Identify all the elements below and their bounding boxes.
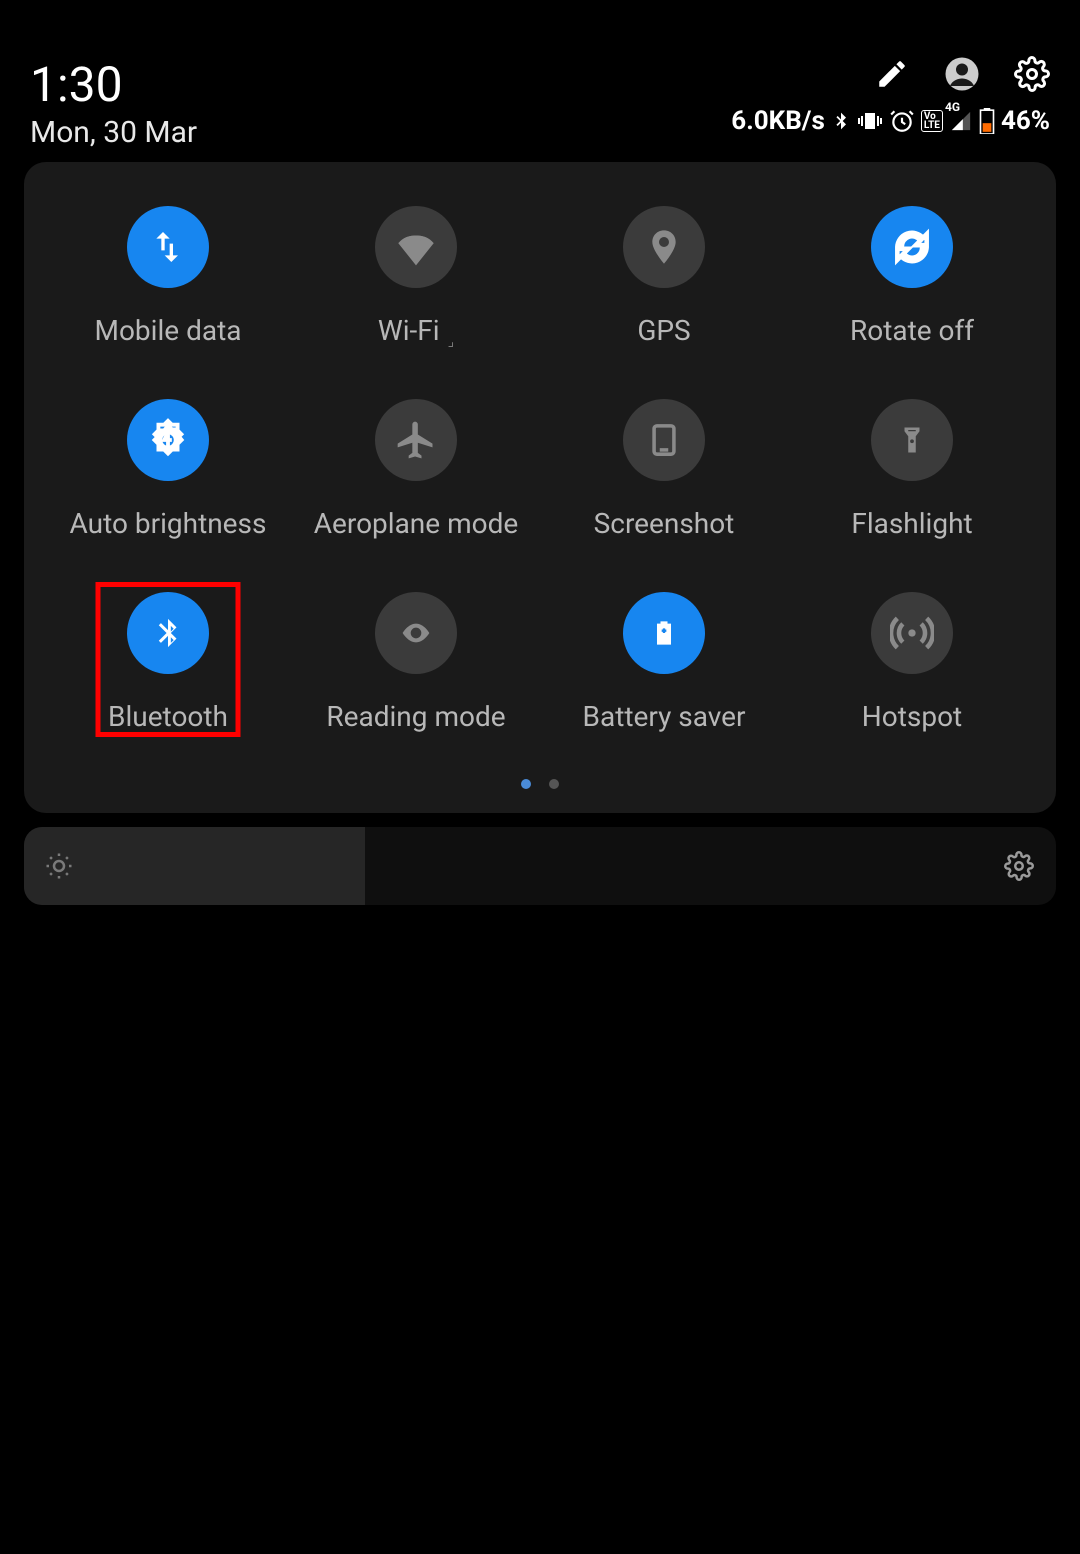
brightness-fill <box>24 827 365 905</box>
tile-label: Screenshot <box>594 507 735 540</box>
tile-label: Aeroplane mode <box>314 507 518 540</box>
brightness-auto-icon[interactable] <box>127 399 209 481</box>
tile-auto-brightness[interactable]: Auto brightness <box>44 399 292 540</box>
clock-time: 1:30 <box>30 56 197 113</box>
tile-label: Hotspot <box>862 700 962 733</box>
tile-bluetooth[interactable]: Bluetooth <box>44 592 292 733</box>
wifi-icon[interactable] <box>375 206 457 288</box>
tile-label: Battery saver <box>583 700 746 733</box>
battery-icon <box>979 108 995 134</box>
tile-hotspot[interactable]: Hotspot <box>788 592 1036 733</box>
airplane-icon[interactable] <box>375 399 457 481</box>
settings-icon[interactable] <box>1014 56 1050 92</box>
brightness-settings-icon[interactable] <box>1004 851 1034 881</box>
tile-screenshot[interactable]: Screenshot <box>540 399 788 540</box>
pager[interactable] <box>44 779 1036 789</box>
tile-rotate-off[interactable]: Rotate off <box>788 206 1036 347</box>
flashlight-icon[interactable] <box>871 399 953 481</box>
alarm-icon <box>889 108 915 134</box>
tile-battery-saver[interactable]: Battery saver <box>540 592 788 733</box>
volte-icon: VoLTE <box>921 110 943 132</box>
tile-gps[interactable]: GPS <box>540 206 788 347</box>
status-header: 1:30 Mon, 30 Mar 6.0KB/s <box>0 0 1080 150</box>
pager-dot[interactable] <box>549 779 559 789</box>
tile-label: Reading mode <box>326 700 505 733</box>
tile-label: Mobile data <box>95 314 242 347</box>
eye-icon[interactable] <box>375 592 457 674</box>
tile-label: Bluetooth <box>108 700 228 733</box>
brightness-low-icon <box>44 851 74 881</box>
header-left: 1:30 Mon, 30 Mar <box>30 56 197 150</box>
clock-date: Mon, 30 Mar <box>30 115 197 150</box>
bluetooth-icon[interactable] <box>127 592 209 674</box>
swap-vert-icon[interactable] <box>127 206 209 288</box>
data-speed: 6.0KB/s <box>731 106 825 136</box>
battery-plus-icon[interactable] <box>623 592 705 674</box>
hotspot-icon[interactable] <box>871 592 953 674</box>
signal-icon: 4G <box>949 110 973 132</box>
location-icon[interactable] <box>623 206 705 288</box>
bluetooth-status-icon <box>831 108 851 134</box>
header-action-icons <box>874 56 1050 92</box>
quick-settings-panel: Mobile data Wi-Fi⌟ GPS Rotate off Auto brigh… <box>24 162 1056 813</box>
profile-icon[interactable] <box>944 56 980 92</box>
tile-label-extra: ⌟ <box>448 334 455 350</box>
tile-label: GPS <box>637 314 690 347</box>
status-bar: 6.0KB/s VoLTE 4G 46% <box>731 106 1050 136</box>
phone-icon[interactable] <box>623 399 705 481</box>
tile-label: Flashlight <box>851 507 972 540</box>
tile-reading-mode[interactable]: Reading mode <box>292 592 540 733</box>
pager-dot[interactable] <box>521 779 531 789</box>
vibrate-icon <box>857 109 883 133</box>
tile-wifi[interactable]: Wi-Fi⌟ <box>292 206 540 347</box>
tile-label: Auto brightness <box>70 507 267 540</box>
tile-aeroplane-mode[interactable]: Aeroplane mode <box>292 399 540 540</box>
tile-flashlight[interactable]: Flashlight <box>788 399 1036 540</box>
tiles-grid: Mobile data Wi-Fi⌟ GPS Rotate off Auto brigh… <box>44 206 1036 733</box>
edit-icon[interactable] <box>874 56 910 92</box>
battery-pct: 46% <box>1001 106 1050 136</box>
rotate-icon[interactable] <box>871 206 953 288</box>
tile-label: Wi-Fi⌟ <box>378 314 454 347</box>
brightness-slider[interactable] <box>24 827 1056 905</box>
tile-mobile-data[interactable]: Mobile data <box>44 206 292 347</box>
header-right: 6.0KB/s VoLTE 4G 46% <box>731 56 1050 136</box>
tile-label: Rotate off <box>850 314 974 347</box>
